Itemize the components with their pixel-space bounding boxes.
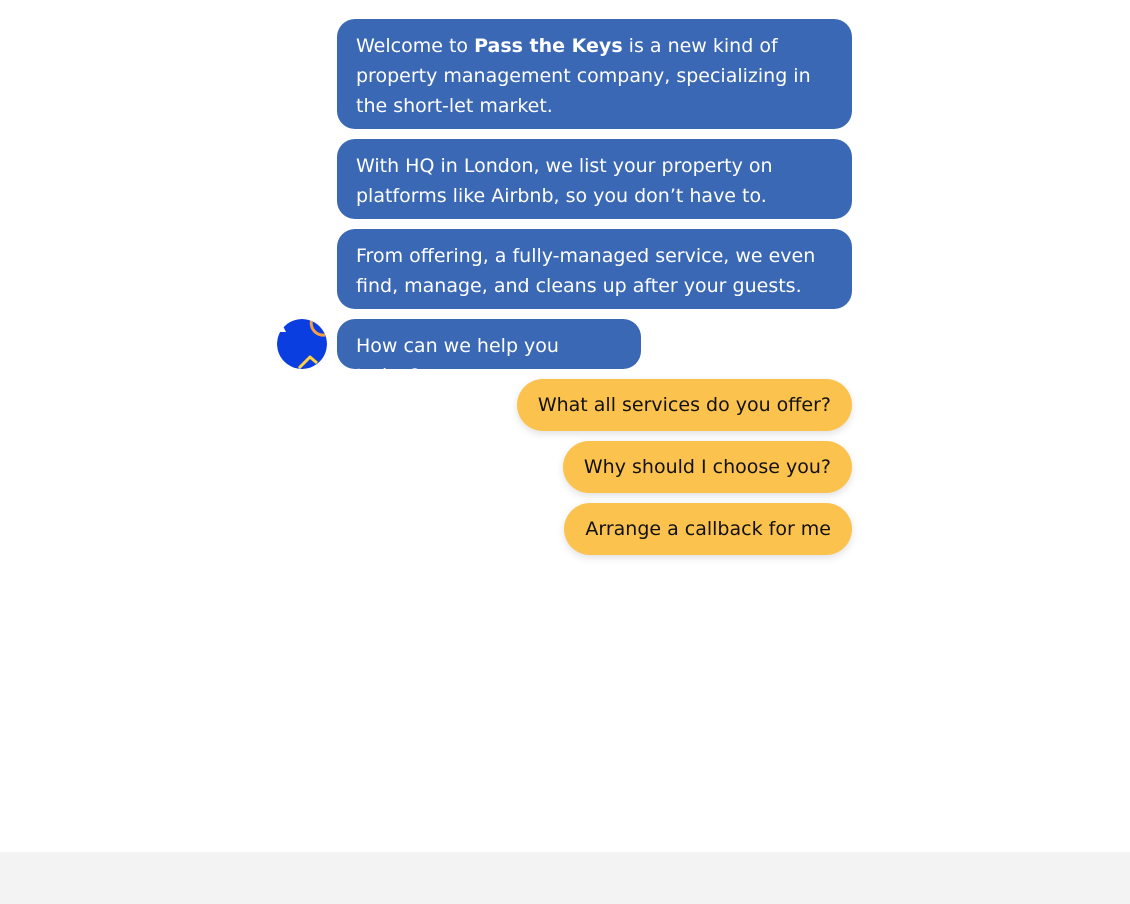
bot-message-welcome: Welcome to Pass the Keys is a new kind o… xyxy=(337,19,852,129)
bot-message-services: From offering, a fully-managed service, … xyxy=(337,229,852,309)
bot-message-text: With HQ in London, we list your property… xyxy=(356,155,773,207)
bot-message-help: How can we help you today? xyxy=(337,319,641,387)
welcome-text-start: Welcome to xyxy=(356,35,475,57)
footer-bar xyxy=(0,852,1130,904)
option-why-choose-button[interactable]: Why should I choose you? xyxy=(562,441,852,493)
bot-message-text: From offering, a fully-managed service, … xyxy=(356,245,816,297)
option-services-button[interactable]: What all services do you offer? xyxy=(516,379,852,431)
chat-transcript: Welcome to Pass the Keys is a new kind o… xyxy=(0,0,1130,852)
bot-avatar-icon xyxy=(277,319,327,369)
brand-name: Pass the Keys xyxy=(474,35,623,57)
option-callback-button[interactable]: Arrange a callback for me xyxy=(564,503,852,555)
bot-message-text: How can we help you today? xyxy=(356,335,559,387)
bot-message-hq: With HQ in London, we list your property… xyxy=(337,139,852,219)
